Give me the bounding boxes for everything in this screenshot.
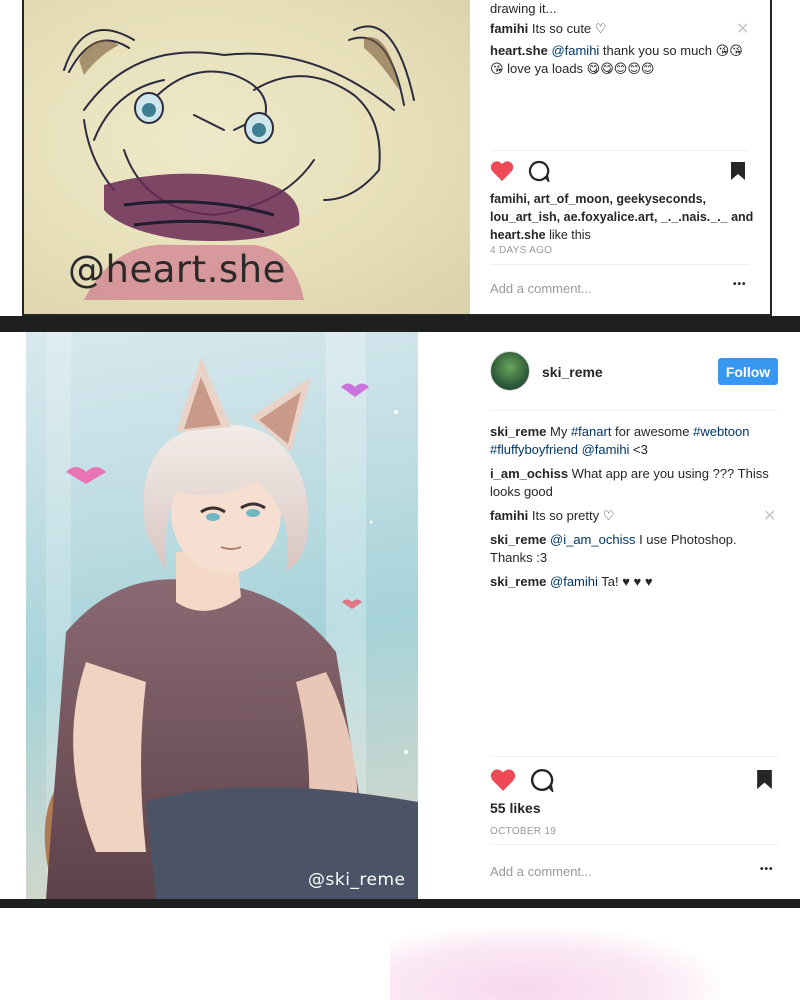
post-2: @ski_reme ski_reme Follow ski_reme My #f… <box>22 332 800 899</box>
divider <box>490 844 778 845</box>
caption-text: My <box>546 424 571 439</box>
comment-text: I use Photoshop. <box>635 532 737 547</box>
close-icon[interactable]: ✕ <box>736 19 749 39</box>
likes-summary: famihi, art_of_moon, geekyseconds, lou_a… <box>490 190 753 244</box>
likers-line-3-user[interactable]: heart.she <box>490 228 546 242</box>
bookmark-icon[interactable] <box>756 769 773 790</box>
comment-text: Ta! ♥ ♥ ♥ <box>597 574 653 589</box>
add-comment-input[interactable]: Add a comment... <box>490 281 592 296</box>
comment-username[interactable]: famihi <box>490 508 528 523</box>
likes-count-text[interactable]: 55 likes <box>490 800 541 816</box>
comment: drawing it... <box>490 0 556 18</box>
comment-text: What app are you using ??? Thiss <box>568 466 769 481</box>
comment-mention[interactable]: @famihi <box>551 43 599 58</box>
post-2-side-panel: ski_reme Follow ski_reme My #fanart for … <box>418 332 800 899</box>
next-post-artwork-fragment <box>390 928 720 1000</box>
post-1: @heart.she drawing it... famihi Its so c… <box>22 0 772 316</box>
more-icon[interactable]: ••• <box>733 279 747 290</box>
dark-background-strip <box>0 899 800 908</box>
avatar[interactable] <box>490 351 530 391</box>
comment-text-line2: Thanks :3 <box>490 550 548 565</box>
comment-text: drawing it... <box>490 1 557 16</box>
divider <box>490 150 750 151</box>
add-comment-input[interactable]: Add a comment... <box>490 864 592 879</box>
artwork-watermark: @heart.she <box>68 248 286 291</box>
caption-username[interactable]: ski_reme <box>490 424 546 439</box>
caption-text: <3 <box>629 442 648 457</box>
caption-text: for awesome <box>611 424 694 439</box>
comment-icon[interactable] <box>528 160 550 182</box>
bookmark-icon[interactable] <box>730 161 746 181</box>
comment-icon[interactable] <box>530 768 554 792</box>
comment-mention[interactable]: @i_am_ochiss <box>550 532 635 547</box>
comment-username[interactable]: ski_reme <box>490 532 546 547</box>
follow-button[interactable]: Follow <box>718 358 778 385</box>
likers-line-2[interactable]: lou_art_ish, ae.foxyalice.art, _._.nais.… <box>490 210 753 224</box>
comment: famihi Its so pretty ♡ <box>490 507 614 525</box>
comment: ski_reme @i_am_ochiss I use Photoshop. T… <box>490 531 737 567</box>
hashtag[interactable]: #fanart <box>571 424 611 439</box>
heart-icon[interactable] <box>490 160 514 182</box>
comment-username[interactable]: ski_reme <box>490 574 546 589</box>
close-icon[interactable]: ✕ <box>763 506 776 526</box>
more-icon[interactable]: ••• <box>760 864 774 875</box>
next-post-preview <box>0 908 800 1000</box>
comment-username[interactable]: i_am_ochiss <box>490 466 568 481</box>
caption: ski_reme My #fanart for awesome #webtoon… <box>490 423 749 459</box>
username-link[interactable]: ski_reme <box>542 364 603 380</box>
comment: famihi Its so cute ♡ <box>490 20 606 38</box>
comment: i_am_ochiss What app are you using ??? T… <box>490 465 769 501</box>
divider <box>490 756 778 757</box>
comment-text: Its so cute ♡ <box>528 21 607 36</box>
dark-background-strip <box>0 316 800 332</box>
post-username: ski_reme <box>542 363 603 381</box>
post-2-artwork: @ski_reme <box>26 332 418 899</box>
divider <box>490 410 778 411</box>
likers-line-1[interactable]: famihi, art_of_moon, geekyseconds, <box>490 192 706 206</box>
comment-username[interactable]: famihi <box>490 21 528 36</box>
likes-count: 55 likes <box>490 799 541 817</box>
hashtag[interactable]: #webtoon <box>693 424 749 439</box>
comment-text-line2: 😘 love ya loads 😋😋😊😊😊 <box>490 61 655 76</box>
post-date: OCTOBER 19 <box>490 826 557 837</box>
caption-mention[interactable]: @famihi <box>582 442 630 457</box>
comment-username[interactable]: heart.she <box>490 43 548 58</box>
divider <box>490 264 750 265</box>
heart-icon[interactable] <box>490 768 516 792</box>
comment: ski_reme @famihi Ta! ♥ ♥ ♥ <box>490 573 653 591</box>
comment-text: Its so pretty ♡ <box>528 508 615 523</box>
post-1-side-panel: drawing it... famihi Its so cute ♡ ✕ hea… <box>470 0 770 314</box>
post-1-artwork: @heart.she <box>24 0 470 314</box>
comment-text-line2: looks good <box>490 484 553 499</box>
hashtag[interactable]: #fluffyboyfriend <box>490 442 578 457</box>
comment-text: thank you so much 😘😘 <box>599 43 743 58</box>
likers-line-3-text: like this <box>545 228 591 242</box>
comment-mention[interactable]: @famihi <box>550 574 598 589</box>
artwork-watermark: @ski_reme <box>308 870 406 890</box>
post-date: 4 DAYS AGO <box>490 245 553 256</box>
comment: heart.she @famihi thank you so much 😘😘 😘… <box>490 42 743 78</box>
